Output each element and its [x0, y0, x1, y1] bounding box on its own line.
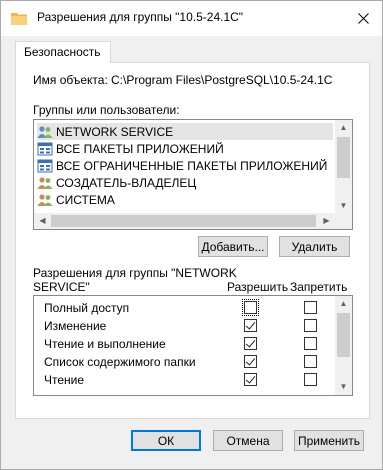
scroll-thumb[interactable]: [51, 215, 316, 227]
allow-checkbox[interactable]: [244, 355, 257, 368]
ok-button[interactable]: ОК: [131, 430, 201, 451]
users-icon: [37, 125, 53, 138]
permission-name: Чтение и выполнение: [44, 337, 166, 351]
table-row: Список содержимого папки: [34, 353, 336, 371]
list-item[interactable]: ВСЕ ПАКЕТЫ ПРИЛОЖЕНИЙ: [37, 140, 333, 157]
groups-label: Группы или пользователи:: [33, 103, 180, 117]
permissions-table: Полный доступ Изменение Чтение и выполне…: [33, 295, 353, 396]
table-row: Полный доступ: [34, 299, 336, 317]
close-icon: [357, 12, 369, 24]
users-icon: [37, 193, 53, 206]
table-row: Изменение: [34, 317, 336, 335]
tab-security[interactable]: Безопасность: [15, 41, 111, 63]
apply-button[interactable]: Применить: [294, 430, 364, 451]
list-item-label: СИСТЕМА: [56, 192, 115, 207]
scroll-down-icon[interactable]: ▼: [335, 198, 352, 214]
object-name-value: C:\Program Files\PostgreSQL\10.5-24.1C: [111, 73, 333, 87]
permissions-label-line2: SERVICE": [33, 280, 90, 294]
groups-vertical-scrollbar[interactable]: ▲ ▼: [335, 120, 352, 214]
title-bar: Разрешения для группы "10.5-24.1C": [1, 1, 382, 36]
allow-checkbox[interactable]: [242, 299, 259, 316]
allow-checkbox[interactable]: [244, 337, 257, 350]
permissions-vertical-scrollbar[interactable]: ▲ ▼: [335, 296, 352, 395]
deny-column-header: Запретить: [290, 280, 348, 294]
deny-checkbox[interactable]: [304, 355, 317, 368]
allow-checkbox[interactable]: [244, 319, 257, 332]
permission-name: Полный доступ: [44, 301, 130, 315]
scrollbar-corner: [335, 213, 352, 229]
groups-listbox[interactable]: NETWORK SERVICE ВСЕ ПАКЕТЫ ПРИЛОЖЕНИЙ ВС…: [33, 119, 353, 230]
scroll-up-icon[interactable]: ▲: [335, 296, 352, 312]
permissions-label-line1: Разрешения для группы "NETWORK: [33, 266, 237, 280]
allow-column-header: Разрешить: [227, 280, 289, 294]
add-button[interactable]: Добавить...: [198, 236, 268, 257]
scroll-thumb[interactable]: [337, 137, 350, 178]
close-button[interactable]: [352, 7, 374, 29]
scroll-thumb[interactable]: [337, 313, 350, 357]
app-package-icon: [37, 159, 53, 172]
cancel-button[interactable]: Отмена: [213, 430, 283, 451]
permission-name: Изменение: [44, 319, 107, 333]
deny-checkbox[interactable]: [304, 301, 317, 314]
app-package-icon: [37, 142, 53, 155]
permission-name: Чтение: [44, 373, 85, 387]
window-title: Разрешения для группы "10.5-24.1C": [37, 10, 244, 24]
groups-horizontal-scrollbar[interactable]: ◀ ▶: [34, 213, 335, 229]
deny-checkbox[interactable]: [304, 319, 317, 332]
list-item[interactable]: СИСТЕМА: [37, 191, 333, 208]
permission-name: Список содержимого папки: [44, 355, 196, 369]
remove-button[interactable]: Удалить: [279, 236, 350, 257]
list-item[interactable]: NETWORK SERVICE: [37, 123, 333, 140]
scroll-down-icon[interactable]: ▼: [335, 379, 352, 395]
object-name-label: Имя объекта:: [33, 73, 108, 87]
deny-checkbox[interactable]: [304, 337, 317, 350]
table-row: Чтение: [34, 371, 336, 389]
list-item[interactable]: ВСЕ ОГРАНИЧЕННЫЕ ПАКЕТЫ ПРИЛОЖЕНИЙ: [37, 157, 333, 174]
table-row: Чтение и выполнение: [34, 335, 336, 353]
scroll-right-icon[interactable]: ▶: [318, 213, 335, 229]
deny-checkbox[interactable]: [304, 373, 317, 386]
allow-checkbox[interactable]: [244, 373, 257, 386]
list-item-label: ВСЕ ОГРАНИЧЕННЫЕ ПАКЕТЫ ПРИЛОЖЕНИЙ: [56, 158, 328, 173]
list-item-label: NETWORK SERVICE: [56, 124, 174, 139]
users-icon: [37, 176, 53, 189]
folder-icon: [11, 13, 27, 25]
list-item-label: ВСЕ ПАКЕТЫ ПРИЛОЖЕНИЙ: [56, 141, 224, 156]
list-item[interactable]: СОЗДАТЕЛЬ-ВЛАДЕЛЕЦ: [37, 174, 333, 191]
scroll-up-icon[interactable]: ▲: [335, 120, 352, 136]
permissions-dialog: Разрешения для группы "10.5-24.1C" Безоп…: [0, 0, 383, 470]
list-item-label: СОЗДАТЕЛЬ-ВЛАДЕЛЕЦ: [56, 175, 197, 190]
scroll-left-icon[interactable]: ◀: [34, 213, 51, 229]
